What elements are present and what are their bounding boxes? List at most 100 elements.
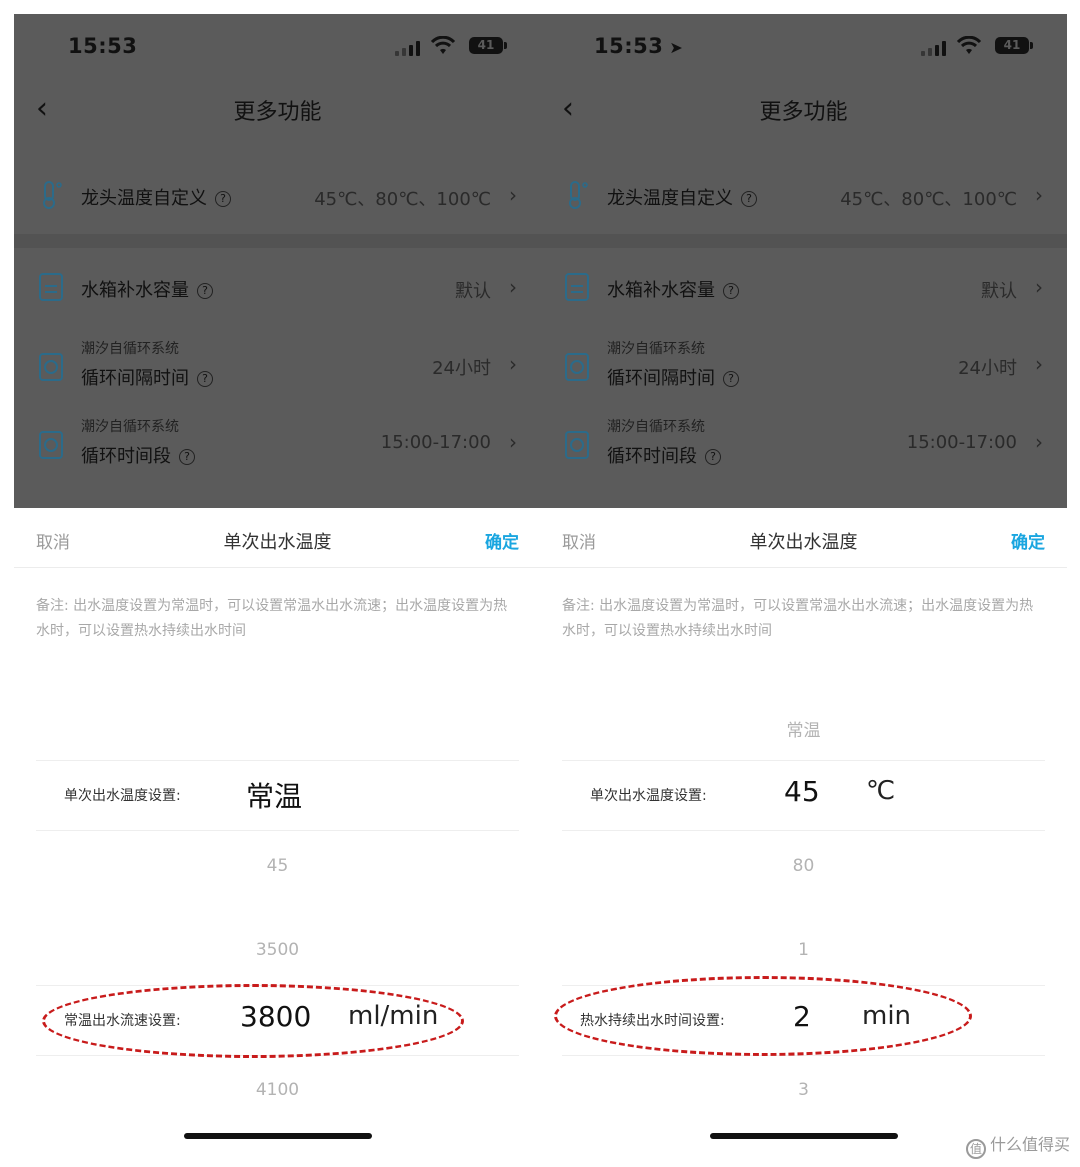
setting-faucet-temperature[interactable]: 龙头温度自定义? 45℃、80℃、100℃ ›	[14, 162, 541, 232]
battery-icon: 41	[469, 37, 507, 54]
help-icon[interactable]: ?	[741, 191, 757, 207]
setting-tank-refill[interactable]: 水箱补水容量? 默认 ›	[14, 252, 541, 322]
setting-sublabel: 潮汐自循环系统	[81, 419, 179, 435]
help-icon[interactable]: ?	[705, 449, 721, 465]
setting-value: 15:00-17:00	[906, 432, 1017, 453]
wifi-icon	[431, 36, 455, 54]
setting-value: 45℃、80℃、100℃	[840, 189, 1017, 210]
setting-label: 循环时间段	[607, 446, 697, 467]
confirm-button[interactable]: 确定	[1011, 528, 1045, 553]
setting-sublabel: 潮汐自循环系统	[607, 419, 705, 435]
setting-label: 循环时间段	[81, 446, 171, 467]
thermometer-icon	[569, 181, 588, 209]
battery-icon: 41	[995, 37, 1033, 54]
status-bar: 15:53 ➤ 41	[540, 34, 1067, 64]
sheet-title: 单次出水温度	[749, 532, 858, 553]
left-phone-screen: 15:53 41 ‹ 更多功能 龙头温度自定义? 45℃、80℃、100℃ › …	[14, 14, 541, 1147]
sheet-title: 单次出水温度	[223, 532, 332, 553]
chevron-right-icon: ›	[1035, 430, 1043, 454]
temperature-value: 常温	[246, 780, 303, 813]
setting-value: 24小时	[432, 358, 491, 379]
watermark-text: 什么值得买	[989, 1135, 1070, 1154]
setting-cycle-interval[interactable]: 潮汐自循环系统 循环间隔时间? 24小时 ›	[14, 332, 541, 402]
setting-label: 龙头温度自定义	[81, 188, 207, 209]
chevron-right-icon: ›	[509, 275, 517, 299]
chevron-right-icon: ›	[509, 183, 517, 207]
setting-cycle-interval[interactable]: 潮汐自循环系统 循环间隔时间? 24小时 ›	[540, 332, 1067, 402]
temperature-next-option[interactable]: 45	[14, 856, 541, 876]
setting-value: 24小时	[958, 358, 1017, 379]
setting-cycle-period[interactable]: 潮汐自循环系统 循环时间段? 15:00-17:00 ›	[540, 410, 1067, 480]
sheet-header: 取消 单次出水温度 确定	[14, 508, 541, 568]
status-time: 15:53 ➤	[594, 34, 684, 58]
setting-label: 循环间隔时间	[607, 368, 715, 389]
picker-divider	[562, 830, 1045, 831]
temperature-picker-row[interactable]: 单次出水温度设置: 45 ℃	[540, 760, 1067, 830]
section-divider	[14, 234, 541, 248]
help-icon[interactable]: ?	[197, 371, 213, 387]
page-title: 更多功能	[233, 100, 322, 125]
help-icon[interactable]: ?	[197, 283, 213, 299]
setting-faucet-temperature[interactable]: 龙头温度自定义? 45℃、80℃、100℃ ›	[540, 162, 1067, 232]
help-icon[interactable]: ?	[723, 283, 739, 299]
chevron-right-icon: ›	[1035, 352, 1043, 376]
cycle-clock-icon	[39, 431, 63, 459]
setting-label: 水箱补水容量	[607, 280, 715, 301]
sheet-header: 取消 单次出水温度 确定	[540, 508, 1067, 568]
location-arrow-icon: ➤	[669, 38, 684, 57]
nav-bar: ‹ 更多功能	[14, 92, 541, 128]
setting-label: 龙头温度自定义	[607, 188, 733, 209]
setting-tank-refill[interactable]: 水箱补水容量? 默认 ›	[540, 252, 1067, 322]
setting-label: 循环间隔时间	[81, 368, 189, 389]
cycle-clock-icon	[565, 431, 589, 459]
sheet-note: 备注: 出水温度设置为常温时，可以设置常温水出水流速；出水温度设置为热水时，可以…	[36, 598, 508, 639]
cellular-signal-icon	[395, 40, 421, 56]
right-phone-screen: 15:53 ➤ 41 ‹ 更多功能 龙头温度自定义? 45℃、80℃、100℃ ›…	[540, 14, 1067, 1147]
home-indicator	[709, 1133, 898, 1139]
help-icon[interactable]: ?	[179, 449, 195, 465]
page-title: 更多功能	[759, 100, 848, 125]
sheet-note: 备注: 出水温度设置为常温时，可以设置常温水出水流速；出水温度设置为热水时，可以…	[562, 598, 1034, 639]
chevron-right-icon: ›	[509, 430, 517, 454]
setting-value: 默认	[981, 281, 1017, 302]
status-bar: 15:53 41	[14, 34, 541, 64]
setting-sublabel: 潮汐自循环系统	[81, 341, 179, 357]
picker-divider	[36, 830, 519, 831]
watermark-logo-icon: 值	[965, 1139, 986, 1159]
nav-bar: ‹ 更多功能	[540, 92, 1067, 128]
setting-label: 水箱补水容量	[81, 280, 189, 301]
temperature-next-option[interactable]: 80	[540, 856, 1067, 876]
bottom-sheet-picker: 取消 单次出水温度 确定 备注: 出水温度设置为常温时，可以设置常温水出水流速；…	[14, 508, 541, 1147]
temperature-picker-row[interactable]: 单次出水温度设置: 常温	[14, 760, 541, 830]
flow-next-option[interactable]: 4100	[14, 1080, 541, 1100]
highlight-ellipse	[554, 976, 972, 1056]
section-divider	[540, 234, 1067, 248]
setting-cycle-period[interactable]: 潮汐自循环系统 循环时间段? 15:00-17:00 ›	[14, 410, 541, 480]
status-time: 15:53	[68, 34, 138, 58]
cycle-clock-icon	[39, 353, 63, 381]
chevron-right-icon: ›	[509, 352, 517, 376]
water-tank-icon	[565, 273, 589, 301]
water-tank-icon	[39, 273, 63, 301]
wifi-icon	[957, 36, 981, 54]
help-icon[interactable]: ?	[723, 371, 739, 387]
highlight-ellipse	[42, 984, 464, 1058]
help-icon[interactable]: ?	[215, 191, 231, 207]
dimmed-settings-overlay: 15:53 41 ‹ 更多功能 龙头温度自定义? 45℃、80℃、100℃ › …	[14, 14, 541, 508]
setting-value: 15:00-17:00	[380, 432, 491, 453]
cellular-signal-icon	[921, 40, 947, 56]
duration-prev-option[interactable]: 1	[540, 940, 1067, 960]
confirm-button[interactable]: 确定	[485, 528, 519, 553]
setting-sublabel: 潮汐自循环系统	[607, 341, 705, 357]
setting-value: 默认	[455, 281, 491, 302]
temperature-prev-option[interactable]: 常温	[540, 716, 1067, 741]
cycle-clock-icon	[565, 353, 589, 381]
flow-prev-option[interactable]: 3500	[14, 940, 541, 960]
thermometer-icon	[43, 181, 62, 209]
dimmed-settings-overlay: 15:53 ➤ 41 ‹ 更多功能 龙头温度自定义? 45℃、80℃、100℃ ›…	[540, 14, 1067, 508]
chevron-right-icon: ›	[1035, 275, 1043, 299]
temperature-unit: ℃	[866, 776, 896, 806]
temperature-value: 45	[784, 775, 820, 808]
duration-next-option[interactable]: 3	[540, 1080, 1067, 1100]
setting-value: 45℃、80℃、100℃	[314, 189, 491, 210]
